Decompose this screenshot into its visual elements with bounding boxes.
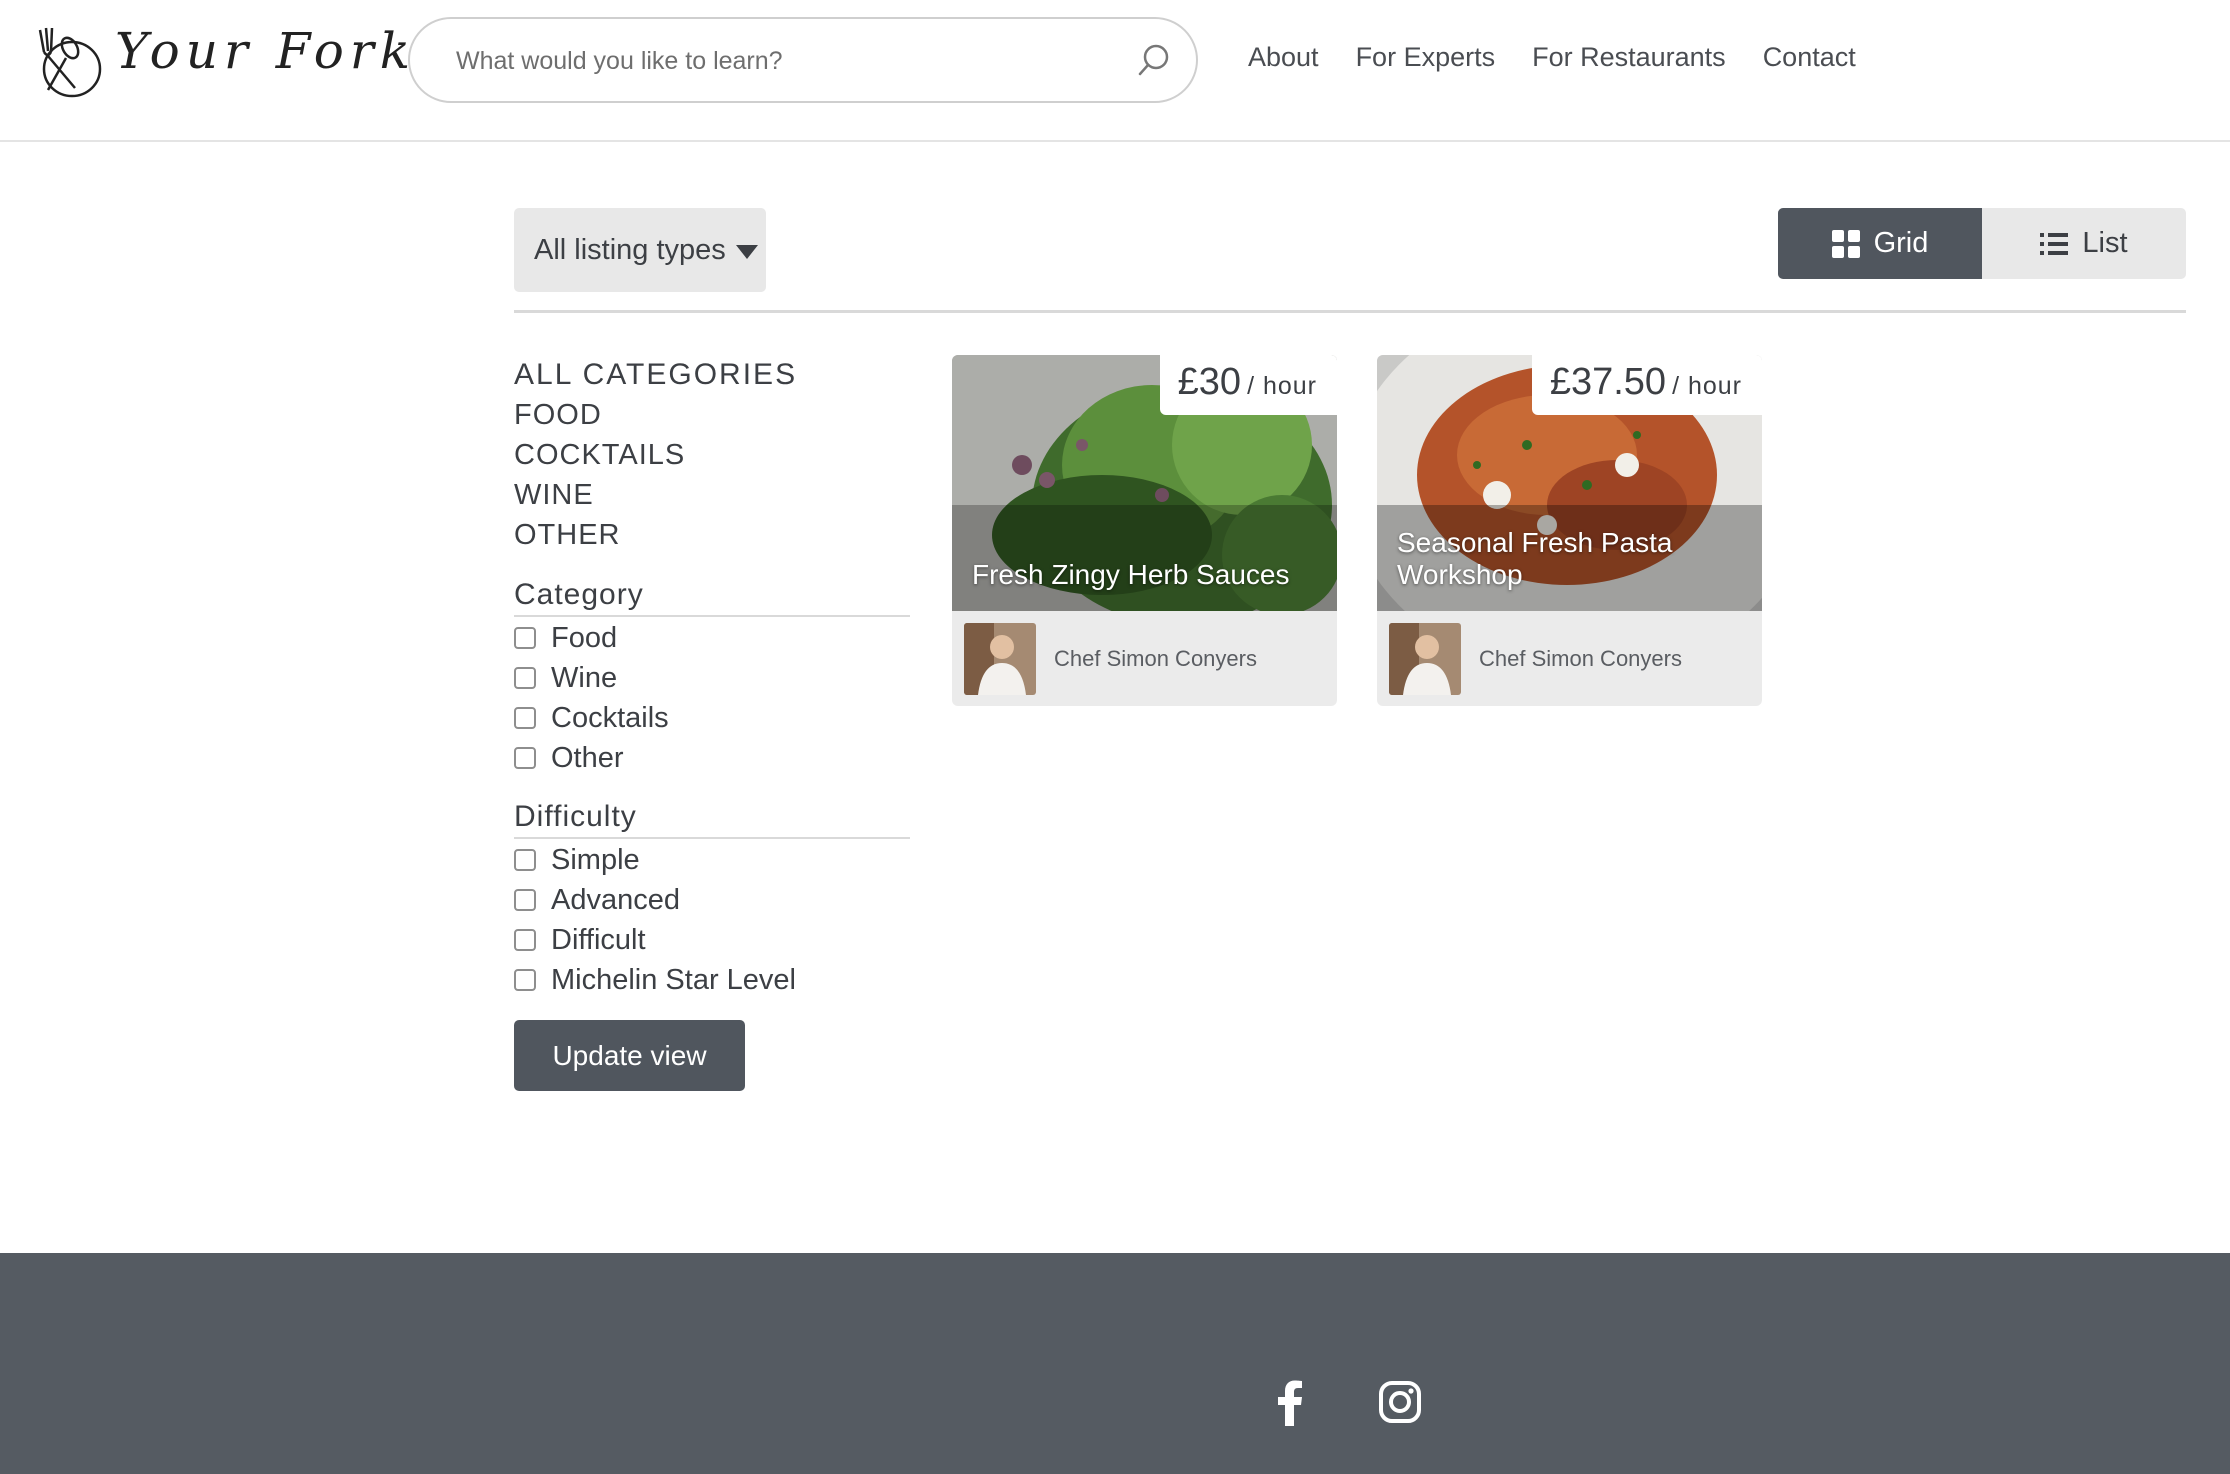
grid-view-button[interactable]: Grid — [1778, 208, 1982, 279]
listing-card[interactable]: £37.50 / hour Seasonal Fresh Pasta Works… — [1377, 355, 1762, 706]
main-nav: About For Experts For Restaurants Contac… — [1248, 42, 1856, 73]
listing-author[interactable]: Chef Simon Conyers — [1377, 611, 1762, 706]
list-icon — [2040, 232, 2069, 255]
category-filter-heading: Category — [514, 578, 910, 617]
filter-option-label: Difficult — [551, 923, 646, 956]
view-toggle: Grid List — [1778, 208, 2186, 279]
chef-avatar-image — [1389, 622, 1461, 695]
checkbox[interactable] — [514, 627, 536, 649]
nav-contact[interactable]: Contact — [1763, 42, 1856, 73]
price-unit: / hour — [1672, 372, 1742, 400]
filter-option-label: Wine — [551, 661, 618, 694]
difficulty-filter-list: Simple Advanced Difficult Michelin Star … — [514, 840, 796, 1000]
list-view-button[interactable]: List — [1982, 208, 2186, 279]
facebook-icon[interactable] — [1272, 1380, 1308, 1426]
filter-option-difficult[interactable]: Difficult — [514, 920, 796, 960]
instagram-icon[interactable] — [1378, 1380, 1422, 1424]
checkbox[interactable] — [514, 889, 536, 911]
filter-option-label: Advanced — [551, 883, 680, 916]
category-filter-list: Food Wine Cocktails Other — [514, 618, 669, 778]
avatar — [964, 622, 1036, 695]
chef-avatar-image — [964, 622, 1036, 695]
category-link-cocktails[interactable]: COCKTAILS — [514, 435, 797, 475]
author-name: Chef Simon Conyers — [1479, 645, 1682, 671]
filter-option-advanced[interactable]: Advanced — [514, 880, 796, 920]
category-link-other[interactable]: OTHER — [514, 515, 797, 555]
category-links: ALL CATEGORIES FOOD COCKTAILS WINE OTHER — [514, 355, 797, 555]
price-amount: £30 — [1177, 361, 1242, 403]
filter-option-label: Michelin Star Level — [551, 963, 796, 996]
search-input[interactable] — [454, 19, 1098, 103]
avatar — [1389, 622, 1461, 695]
filter-option-label: Cocktails — [551, 701, 669, 734]
nav-about[interactable]: About — [1248, 42, 1319, 73]
checkbox[interactable] — [514, 969, 536, 991]
site-footer — [0, 1253, 2230, 1474]
category-link-wine[interactable]: WINE — [514, 475, 797, 515]
site-header: Your Fork About For Experts For Restaura… — [0, 0, 2230, 142]
logo-text: Your Fork — [115, 22, 417, 80]
pasta-photo[interactable]: £37.50 / hour Seasonal Fresh Pasta Works… — [1377, 355, 1762, 611]
filter-option-wine[interactable]: Wine — [514, 658, 669, 698]
logo[interactable]: Your Fork — [30, 22, 410, 102]
listing-title[interactable]: Seasonal Fresh Pasta Workshop — [1397, 527, 1737, 591]
update-view-button[interactable]: Update view — [514, 1020, 745, 1091]
list-view-label: List — [2082, 227, 2128, 259]
search-icon[interactable] — [1136, 42, 1172, 78]
filter-option-food[interactable]: Food — [514, 618, 669, 658]
price-tag: £37.50 / hour — [1531, 355, 1762, 415]
fork-spoon-logo-icon — [38, 27, 102, 98]
grid-icon — [1831, 229, 1860, 258]
checkbox[interactable] — [514, 929, 536, 951]
filter-option-label: Food — [551, 621, 618, 654]
checkbox[interactable] — [514, 667, 536, 689]
herbs-photo[interactable]: £30 / hour Fresh Zingy Herb Sauces — [952, 355, 1337, 611]
price-unit: / hour — [1247, 372, 1317, 400]
filter-option-michelin[interactable]: Michelin Star Level — [514, 960, 796, 1000]
listing-author[interactable]: Chef Simon Conyers — [952, 611, 1337, 706]
nav-for-restaurants[interactable]: For Restaurants — [1532, 42, 1726, 73]
filter-option-other[interactable]: Other — [514, 738, 669, 778]
grid-view-label: Grid — [1873, 227, 1929, 259]
toolbar-divider — [514, 310, 2186, 313]
listing-card[interactable]: £30 / hour Fresh Zingy Herb Sauces Chef … — [952, 355, 1337, 706]
listing-type-label: All listing types — [534, 233, 726, 266]
filter-option-label: Other — [551, 741, 624, 774]
category-link-food[interactable]: FOOD — [514, 395, 797, 435]
author-name: Chef Simon Conyers — [1054, 645, 1257, 671]
caret-down-icon — [735, 245, 758, 259]
checkbox[interactable] — [514, 707, 536, 729]
price-amount: £37.50 — [1549, 361, 1667, 403]
price-tag: £30 / hour — [1159, 355, 1337, 415]
listing-title[interactable]: Fresh Zingy Herb Sauces — [972, 559, 1312, 591]
checkbox[interactable] — [514, 849, 536, 871]
filter-option-cocktails[interactable]: Cocktails — [514, 698, 669, 738]
filter-option-simple[interactable]: Simple — [514, 840, 796, 880]
filter-option-label: Simple — [551, 843, 640, 876]
difficulty-filter-heading: Difficulty — [514, 800, 910, 839]
search-box[interactable] — [408, 17, 1198, 103]
listing-type-dropdown[interactable]: All listing types — [514, 208, 766, 292]
category-link-all[interactable]: ALL CATEGORIES — [514, 355, 797, 395]
nav-for-experts[interactable]: For Experts — [1356, 42, 1496, 73]
checkbox[interactable] — [514, 747, 536, 769]
